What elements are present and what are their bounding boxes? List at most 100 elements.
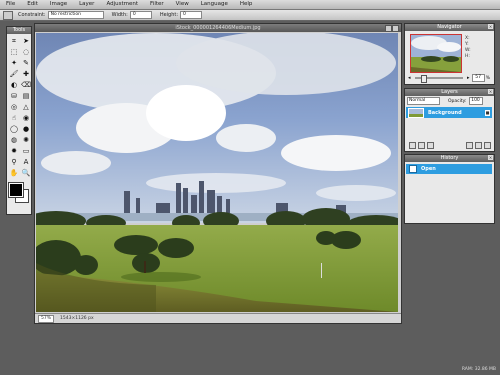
zoom-slider[interactable]	[414, 75, 464, 83]
navigator-close-icon[interactable]: ×	[488, 24, 493, 29]
zoom-level-field[interactable]: 57%	[38, 314, 54, 323]
history-panel: History × Open	[404, 154, 495, 224]
layer-link-icon[interactable]	[409, 142, 416, 149]
menu-view[interactable]: View	[170, 0, 195, 9]
eraser-icon[interactable]: ⌫	[21, 80, 31, 90]
lasso-icon[interactable]: ◌	[21, 47, 31, 57]
zoom-unit: %	[46, 315, 51, 321]
landscape-photo	[36, 33, 398, 312]
document-title-bar: iStock_000001264406Medium.jpg	[35, 24, 401, 32]
document-window: iStock_000001264406Medium.jpg 57% 1543×1…	[34, 23, 402, 324]
layer-row[interactable]: Background ■	[406, 107, 492, 118]
nav-w-label: W:	[465, 48, 471, 53]
menu-image[interactable]: Image	[44, 0, 73, 9]
layer-buttons-left	[409, 142, 434, 149]
blur-icon[interactable]: ◎	[9, 102, 19, 112]
crop-tool-icon	[3, 10, 13, 20]
shape-icon[interactable]: ▭	[21, 146, 31, 156]
navigator-zoom-value: 57	[475, 75, 481, 80]
move-icon[interactable]: ➤	[21, 36, 31, 46]
layer-mask-icon[interactable]	[427, 142, 434, 149]
layer-lock-icon[interactable]: ■	[485, 109, 490, 116]
new-layer-icon[interactable]	[475, 142, 482, 149]
tools-panel: Tools ⌗ ➤ ⬚ ◌ ✦ ✎ 🖌 ✚ ◐ ⌫ ⛁ ▤ ◎ △ ☝ ◉ ◯ ● ◍ ✺ ✹ ▭ ⚲ A ✋ 🔍	[6, 26, 32, 215]
history-close-icon[interactable]: ×	[488, 155, 493, 160]
menu-file[interactable]: File	[0, 0, 21, 9]
marquee-icon[interactable]: ⬚	[9, 47, 19, 57]
navigator-title: Navigator ×	[405, 24, 494, 31]
blend-mode-select[interactable]: Normal	[407, 97, 440, 105]
pencil-icon[interactable]: ✎	[21, 58, 31, 68]
navigator-thumbnail[interactable]	[410, 34, 462, 73]
tools-title: Tools	[7, 27, 31, 34]
color-replace-icon[interactable]: ◐	[9, 80, 19, 90]
history-item[interactable]: Open	[406, 164, 492, 174]
smudge-icon[interactable]: ☝	[9, 113, 19, 123]
opacity-input[interactable]: 100	[468, 97, 483, 105]
navigator-panel: Navigator × X: Y: W: H: ◂ ▸ 57 %	[404, 23, 495, 85]
layer-style-icon[interactable]	[418, 142, 425, 149]
dodge-icon[interactable]: ◯	[9, 124, 19, 134]
history-title: History ×	[405, 155, 494, 162]
fill-icon[interactable]: ⛁	[9, 91, 19, 101]
bloat-icon[interactable]: ✺	[21, 135, 31, 145]
history-item-label: Open	[421, 166, 436, 172]
color-swatches	[7, 181, 31, 203]
document-title: iStock_000001264406Medium.jpg	[175, 25, 261, 31]
zoom-in-icon[interactable]: ▸	[467, 75, 470, 81]
menu-language[interactable]: Language	[195, 0, 234, 9]
layers-title: Layers ×	[405, 89, 494, 96]
zoom-slider-handle[interactable]	[420, 75, 427, 83]
navigator-info: X: Y: W: H:	[465, 36, 471, 60]
pinch-icon[interactable]: ✹	[9, 146, 19, 156]
history-title-text: History	[440, 155, 459, 161]
gradient-icon[interactable]: ▤	[21, 91, 31, 101]
constraint-label: Constraint:	[18, 12, 46, 18]
image-canvas[interactable]	[36, 33, 398, 312]
image-dimensions: 1543×1126 px	[60, 316, 94, 321]
wand-icon[interactable]: ✦	[9, 58, 19, 68]
layers-title-text: Layers	[441, 89, 458, 95]
height-input[interactable]: 0	[180, 11, 203, 19]
menu-filter[interactable]: Filter	[144, 0, 170, 9]
menu-layer[interactable]: Layer	[73, 0, 100, 9]
crop-icon[interactable]: ⌗	[9, 36, 19, 46]
picker-icon[interactable]: ⚲	[9, 157, 19, 167]
menu-help[interactable]: Help	[234, 0, 259, 9]
menu-adjustment[interactable]: Adjustment	[100, 0, 144, 9]
burn-icon[interactable]: ●	[21, 124, 31, 134]
hand-icon[interactable]: ✋	[9, 168, 19, 178]
navigator-zoom-unit: %	[485, 75, 490, 81]
zoom-icon[interactable]: 🔍	[21, 168, 31, 178]
opacity-label: Opacity:	[448, 98, 467, 104]
menubar: File Edit Image Layer Adjustment Filter View La…	[0, 0, 500, 10]
redeye-icon[interactable]: ◍	[9, 135, 19, 145]
delete-layer-icon[interactable]	[484, 142, 491, 149]
maximize-button[interactable]	[385, 25, 392, 32]
foreground-color-swatch[interactable]	[8, 182, 24, 198]
clone-icon[interactable]: ✚	[21, 69, 31, 79]
height-label: Height:	[159, 12, 179, 18]
layers-close-icon[interactable]: ×	[488, 89, 493, 94]
tool-grid: ⌗ ➤ ⬚ ◌ ✦ ✎ 🖌 ✚ ◐ ⌫ ⛁ ▤ ◎ △ ☝ ◉ ◯ ● ◍ ✺ ✹ ▭ ⚲ A ✋ 🔍	[7, 34, 31, 178]
width-input[interactable]: 0	[129, 11, 152, 19]
sharpen-icon[interactable]: △	[21, 102, 31, 112]
navigator-zoom: ◂ ▸ 57 %	[408, 74, 490, 83]
brush-icon[interactable]: 🖌	[9, 69, 19, 79]
layer-thumbnail-image	[409, 108, 423, 117]
document-status-bar: 57% 1543×1126 px	[35, 313, 401, 323]
sponge-icon[interactable]: ◉	[21, 113, 31, 123]
new-folder-icon[interactable]	[466, 142, 473, 149]
nav-h-label: H:	[465, 54, 470, 59]
close-button[interactable]	[392, 25, 399, 32]
menu-edit[interactable]: Edit	[21, 0, 44, 9]
ram-usage: RAM: 32.86 MB	[461, 367, 496, 372]
layer-thumbnail	[408, 107, 424, 118]
type-icon[interactable]: A	[21, 157, 31, 167]
zoom-out-icon[interactable]: ◂	[408, 75, 411, 81]
layer-name: Background	[428, 109, 462, 116]
constraint-select[interactable]: No restriction	[47, 11, 104, 19]
navigator-zoom-field[interactable]: 57	[471, 74, 485, 82]
navigator-title-text: Navigator	[437, 24, 462, 30]
navigator-thumbnail-image	[411, 35, 461, 72]
